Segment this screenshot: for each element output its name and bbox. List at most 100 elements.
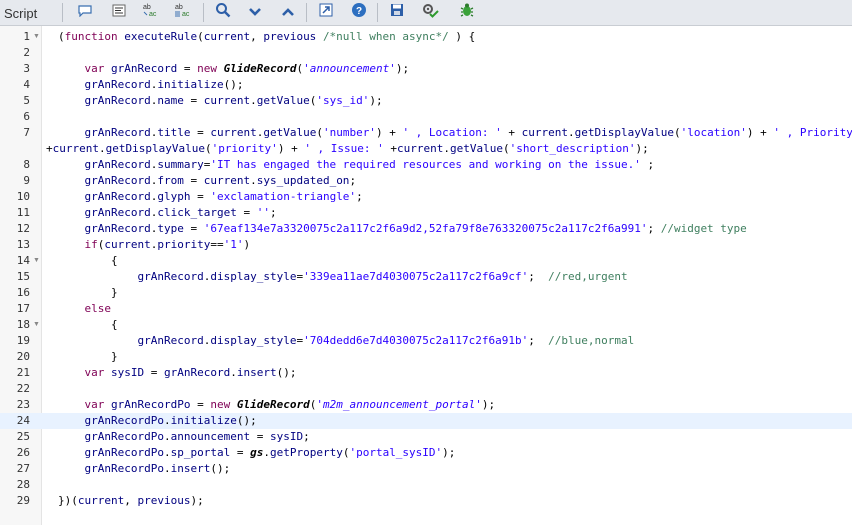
code-editor[interactable]: 1 ▼ (function executeRule(current, previou… <box>0 26 852 525</box>
line-number: 1 <box>23 30 30 43</box>
code-line[interactable]: 5 grAnRecord.name = current.getValue('sy… <box>0 93 852 109</box>
code-line[interactable]: 25 grAnRecordPo.announcement = sysID; <box>0 429 852 445</box>
line-number: 4 <box>23 78 30 91</box>
code-line[interactable]: 16 } <box>0 285 852 301</box>
code-line[interactable]: 23 var grAnRecordPo = new GlideRecord('m… <box>0 397 852 413</box>
line-number: 15 <box>16 270 30 283</box>
fold-toggle-icon[interactable]: ▼ <box>33 29 40 45</box>
code-text: grAnRecord.summary='IT has engaged the r… <box>84 158 655 171</box>
replace-button[interactable]: ab ac <box>140 2 162 23</box>
line-number: 28 <box>16 478 30 491</box>
open-new-window-button[interactable] <box>315 2 337 23</box>
comment-button[interactable] <box>74 2 96 23</box>
code-line[interactable]: 22 <box>0 381 852 397</box>
svg-text:ab: ab <box>175 4 183 11</box>
code-line[interactable]: 20 } <box>0 349 852 365</box>
code-line[interactable]: 28 <box>0 477 852 493</box>
line-number: 25 <box>16 430 30 443</box>
svg-text:ab: ab <box>143 4 151 11</box>
code-text: grAnRecord.display_style='339ea11ae7d403… <box>137 270 628 283</box>
line-number: 2 <box>23 46 30 59</box>
line-number: 21 <box>16 366 30 379</box>
code-line[interactable]: 9 grAnRecord.from = current.sys_updated_… <box>0 173 852 189</box>
line-number: 14 <box>16 254 30 267</box>
check-syntax-button[interactable] <box>419 2 441 23</box>
line-number: 10 <box>16 190 30 203</box>
format-button[interactable] <box>108 2 130 23</box>
line-number: 7 <box>23 126 30 139</box>
fold-toggle-icon[interactable]: ▼ <box>33 317 40 333</box>
code-line[interactable]: 3 var grAnRecord = new GlideRecord('anno… <box>0 61 852 77</box>
code-text: grAnRecordPo.sp_portal = gs.getProperty(… <box>84 446 456 459</box>
line-number: 6 <box>23 110 30 123</box>
code-text: grAnRecord.click_target = ''; <box>84 206 277 219</box>
code-line[interactable]: 2 <box>0 45 852 61</box>
code-text: { <box>111 318 118 331</box>
code-text: if(current.priority=='1') <box>84 238 251 251</box>
code-line[interactable]: 21 var sysID = grAnRecord.insert(); <box>0 365 852 381</box>
line-number: 11 <box>16 206 30 219</box>
search-button[interactable] <box>212 2 234 23</box>
help-button[interactable]: ? <box>348 2 370 23</box>
code-line[interactable]: 6 <box>0 109 852 125</box>
code-text: grAnRecordPo.initialize(); <box>84 414 257 427</box>
code-line[interactable]: 11 grAnRecord.click_target = ''; <box>0 205 852 221</box>
code-line[interactable]: 7 grAnRecord.title = current.getValue('n… <box>0 125 852 141</box>
code-text: grAnRecord.type = '67eaf134e7a3320075c2a… <box>84 222 747 235</box>
fold-toggle-icon[interactable]: ▼ <box>33 253 40 269</box>
code-line[interactable]: 26 grAnRecordPo.sp_portal = gs.getProper… <box>0 445 852 461</box>
replace-all-button[interactable]: ab ac <box>173 2 195 23</box>
toolbar-separator <box>203 3 204 22</box>
code-text: grAnRecord.glyph = 'exclamation-triangle… <box>84 190 363 203</box>
help-icon: ? <box>351 2 367 23</box>
code-line[interactable]: 17 else <box>0 301 852 317</box>
code-line[interactable]: 24 grAnRecordPo.initialize(); <box>0 413 852 429</box>
line-number: 16 <box>16 286 30 299</box>
code-line[interactable]: 12 grAnRecord.type = '67eaf134e7a3320075… <box>0 221 852 237</box>
code-line[interactable]: 13 if(current.priority=='1') <box>0 237 852 253</box>
code-line[interactable]: 1 ▼ (function executeRule(current, previou… <box>0 29 852 45</box>
floppy-disk-icon <box>390 3 404 22</box>
next-button[interactable] <box>244 2 266 23</box>
code-text: grAnRecord.title = current.getValue('num… <box>84 126 852 139</box>
code-line[interactable]: 4 grAnRecord.initialize(); <box>0 77 852 93</box>
code-text: grAnRecord.name = current.getValue('sys_… <box>84 94 383 107</box>
line-number: 20 <box>16 350 30 363</box>
line-number: 13 <box>16 238 30 251</box>
code-text: } <box>111 286 118 299</box>
external-link-icon <box>319 3 333 22</box>
line-number: 26 <box>16 446 30 459</box>
line-number: 17 <box>16 302 30 315</box>
save-button[interactable] <box>386 2 408 23</box>
code-text: })(current, previous); <box>58 494 204 507</box>
search-icon <box>215 2 231 23</box>
line-number: 23 <box>16 398 30 411</box>
code-line[interactable]: 15 grAnRecord.display_style='339ea11ae7d… <box>0 269 852 285</box>
previous-button[interactable] <box>277 2 299 23</box>
bug-icon <box>458 2 476 23</box>
chevron-down-icon <box>248 4 262 22</box>
code-line[interactable]: 14 ▼ { <box>0 253 852 269</box>
code-line[interactable]: 19 grAnRecord.display_style='704dedd6e7d… <box>0 333 852 349</box>
ab-ac-all-icon: ab ac <box>174 2 194 23</box>
code-text: { <box>111 254 118 267</box>
code-line-wrap[interactable]: +current.getDisplayValue('priority') + '… <box>0 141 852 157</box>
code-text: grAnRecord.from = current.sys_updated_on… <box>84 174 357 187</box>
code-line[interactable]: 18 ▼ { <box>0 317 852 333</box>
debug-button[interactable] <box>456 2 478 23</box>
svg-text:?: ? <box>356 6 362 17</box>
toolbar-separator <box>62 3 63 22</box>
code-line[interactable]: 10 grAnRecord.glyph = 'exclamation-trian… <box>0 189 852 205</box>
line-number: 9 <box>23 174 30 187</box>
code-text: grAnRecord.initialize(); <box>84 78 244 91</box>
align-lines-icon <box>112 4 126 22</box>
code-text: var grAnRecord = new GlideRecord('announ… <box>84 62 410 75</box>
chevron-up-icon <box>281 4 295 22</box>
code-line[interactable]: 8 grAnRecord.summary='IT has engaged the… <box>0 157 852 173</box>
line-number: 8 <box>23 158 30 171</box>
code-line[interactable]: 29})(current, previous); <box>0 493 852 509</box>
code-line[interactable]: 27 grAnRecordPo.insert(); <box>0 461 852 477</box>
code-text: (function executeRule(current, previous … <box>58 30 476 43</box>
line-number: 3 <box>23 62 30 75</box>
line-number: 22 <box>16 382 30 395</box>
